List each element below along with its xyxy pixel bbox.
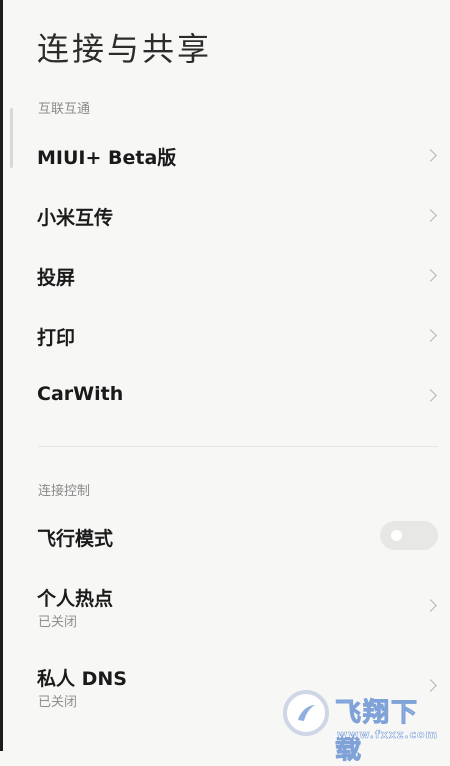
mi-share-label: 小米互传 — [37, 207, 114, 229]
print-item[interactable]: 打印 — [0, 305, 450, 365]
cast-label: 投屏 — [37, 267, 76, 289]
print-label: 打印 — [37, 327, 76, 349]
private-dns-label: 私人 DNS — [37, 668, 127, 690]
airplane-mode-label: 飞行模式 — [37, 528, 114, 550]
hotspot-label: 个人热点 — [37, 588, 114, 610]
private-dns-status: 已关闭 — [38, 695, 78, 710]
chevron-right-icon — [424, 329, 437, 342]
toggle-knob — [391, 530, 402, 541]
airplane-mode-toggle[interactable] — [380, 521, 438, 550]
cast-item[interactable]: 投屏 — [0, 245, 450, 305]
watermark-logo-icon — [283, 690, 329, 736]
page-title: 连接与共享 — [37, 30, 213, 68]
section-header-interconnect: 互联互通 — [38, 102, 91, 117]
carwith-item[interactable]: CarWith — [0, 365, 450, 425]
miui-plus-label: MIUI+ Beta版 — [37, 147, 177, 169]
section-divider — [38, 446, 438, 447]
chevron-right-icon — [424, 599, 437, 612]
watermark-url: www.fxxz.com — [337, 728, 439, 742]
section-header-connection-control: 连接控制 — [38, 484, 91, 499]
chevron-right-icon — [424, 149, 437, 162]
hotspot-item[interactable]: 个人热点 已关闭 — [0, 575, 450, 635]
chevron-right-icon — [424, 389, 437, 402]
chevron-right-icon — [424, 209, 437, 222]
miui-plus-item[interactable]: MIUI+ Beta版 — [0, 125, 450, 185]
hotspot-status: 已关闭 — [38, 615, 78, 630]
mi-share-item[interactable]: 小米互传 — [0, 185, 450, 245]
watermark: 飞翔下载 www.fxxz.com — [283, 688, 443, 766]
carwith-label: CarWith — [37, 383, 124, 405]
chevron-right-icon — [424, 269, 437, 282]
